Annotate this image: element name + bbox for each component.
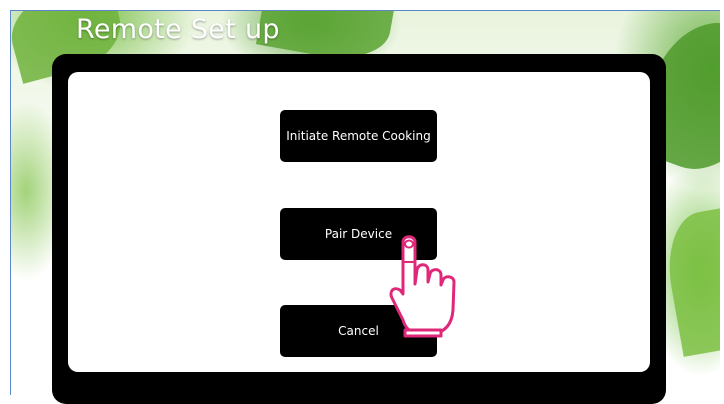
- background-leaf: [659, 205, 720, 357]
- initiate-remote-cooking-button[interactable]: Initiate Remote Cooking: [280, 110, 437, 162]
- page-title: Remote Set up: [76, 14, 280, 45]
- pointing-hand-icon: [389, 235, 456, 338]
